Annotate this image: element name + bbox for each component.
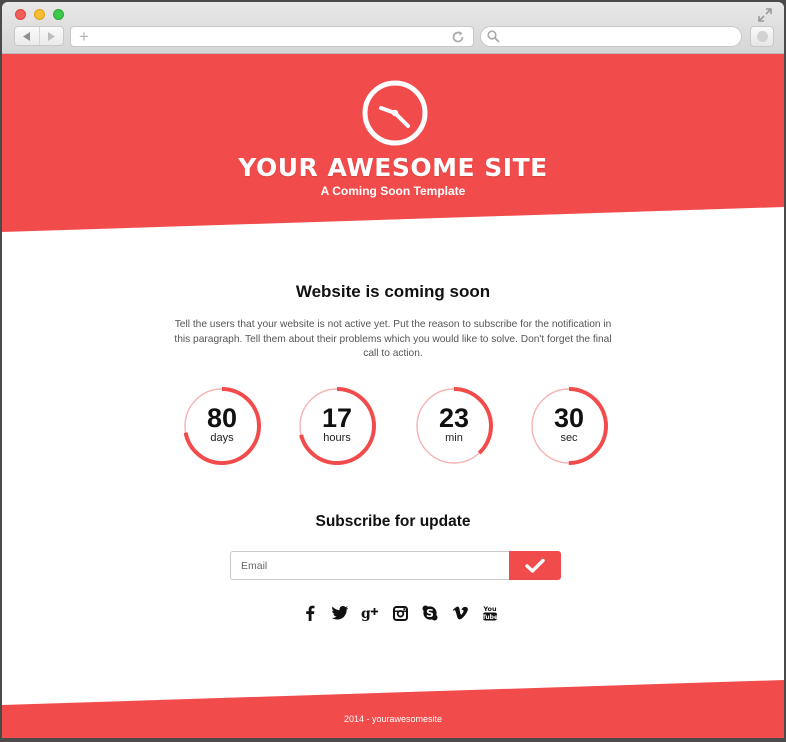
footer-copyright: 2014 - yourawesomesite [343,714,443,724]
countdown-unit: min [445,432,463,444]
close-window-button[interactable] [15,9,26,20]
facebook-icon[interactable] [295,603,325,623]
countdown-unit: sec [560,432,578,444]
site-subtitle: A Coming Soon Template [320,184,466,198]
countdown-unit: hours [323,432,351,444]
checkmark-icon [525,558,545,573]
countdown-value: 30 [553,403,585,433]
search-icon [487,30,500,43]
back-button[interactable] [15,27,39,45]
zoom-window-button[interactable] [53,9,64,20]
page-heading: Website is coming soon [295,282,491,301]
countdown-value: 80 [206,403,238,433]
social-links: g S You Tube [295,603,505,623]
countdown-days: 80 days [182,386,262,466]
email-field[interactable] [230,551,510,580]
svg-text:g: g [361,606,371,621]
browser-chrome: + [2,2,784,54]
forward-arrow-icon [48,31,56,41]
twitter-icon[interactable] [325,603,355,623]
instagram-icon[interactable] [385,603,415,623]
svg-text:You: You [482,605,497,613]
footer-banner [2,680,784,738]
page-content: YOUR AWESOME SITE A Coming Soon Template… [2,54,784,738]
google-plus-icon[interactable]: g [355,603,385,623]
vimeo-icon[interactable] [445,603,475,623]
new-tab-plus-icon[interactable]: + [79,28,89,45]
browser-window: + YOUR AWESOME SITE A Coming Soon Templa… [2,2,784,738]
svg-text:Tube: Tube [482,614,498,621]
subscribe-submit-button[interactable] [509,551,561,580]
countdown-value: 17 [321,403,353,433]
fullscreen-icon[interactable] [758,8,772,22]
subscribe-heading: Subscribe for update [315,513,471,530]
address-bar[interactable]: + [70,26,474,47]
back-arrow-icon [22,31,30,41]
nav-buttons [14,26,64,46]
countdown-seconds: 30 sec [529,386,609,466]
countdown-hours: 17 hours [297,386,377,466]
svg-text:S: S [426,607,434,620]
skype-icon[interactable]: S [415,603,445,623]
forward-button[interactable] [38,27,64,45]
clock-logo-icon [362,80,428,146]
browser-profile-button[interactable] [750,26,774,47]
reload-icon[interactable] [451,30,465,44]
site-title: YOUR AWESOME SITE [238,153,548,182]
search-bar[interactable] [480,26,742,47]
countdown-value: 23 [438,403,470,433]
minimize-window-button[interactable] [34,9,45,20]
countdown-minutes: 23 min [414,386,494,466]
countdown-unit: days [210,432,234,444]
youtube-icon[interactable]: You Tube [475,603,505,623]
intro-paragraph: Tell the users that your website is not … [174,319,612,359]
